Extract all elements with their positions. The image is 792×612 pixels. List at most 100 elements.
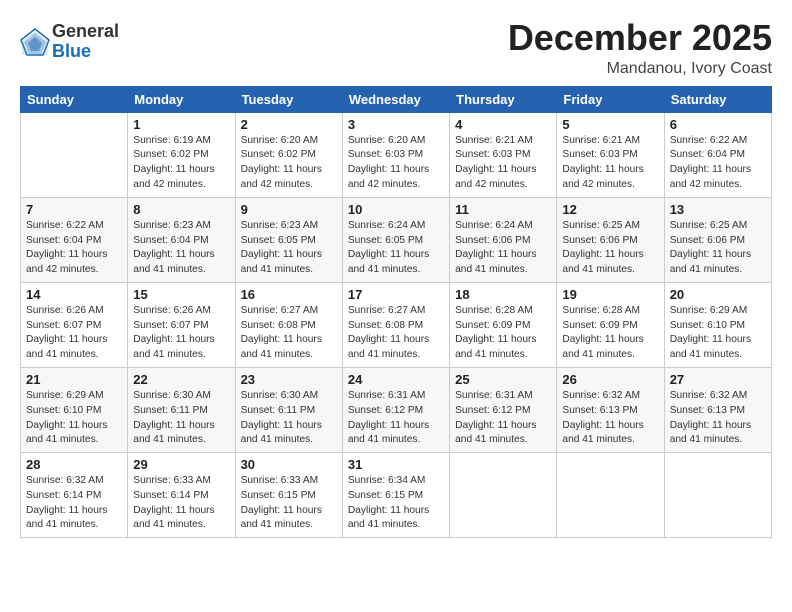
title-block: December 2025 Mandanou, Ivory Coast: [508, 18, 772, 78]
table-row: 3 Sunrise: 6:20 AMSunset: 6:03 PMDaylight…: [342, 112, 449, 197]
table-row: 17 Sunrise: 6:27 AMSunset: 6:08 PMDayligh…: [342, 282, 449, 367]
day-info: Sunrise: 6:21 AMSunset: 6:03 PMDaylight:…: [562, 134, 658, 193]
day-info: Sunrise: 6:33 AMSunset: 6:14 PMDaylight:…: [133, 474, 229, 533]
table-row: 1Sunrise: 6:19 AMSunset: 6:02 PMDaylight…: [128, 112, 235, 197]
col-saturday: Saturday: [664, 86, 771, 112]
day-info: Sunrise: 6:31 AMSunset: 6:12 PMDaylight:…: [348, 389, 444, 448]
col-friday: Friday: [557, 86, 664, 112]
day-number: 8: [133, 202, 229, 217]
calendar-header-row: Sunday Monday Tuesday Wednesday Thursday…: [21, 86, 772, 112]
day-number: 26: [562, 372, 658, 387]
table-row: 23Sunrise: 6:30 AMSunset: 6:11 PMDayligh…: [235, 367, 342, 452]
table-row: 7 Sunrise: 6:22 AMSunset: 6:04 PMDaylight…: [21, 197, 128, 282]
day-info: Sunrise: 6:32 AMSunset: 6:13 PMDaylight:…: [562, 389, 658, 448]
table-row: 25 Sunrise: 6:31 AMSunset: 6:12 PMDayligh…: [450, 367, 557, 452]
day-info: Sunrise: 6:22 AMSunset: 6:04 PMDaylight:…: [670, 134, 766, 193]
day-info: Sunrise: 6:23 AMSunset: 6:05 PMDaylight:…: [241, 219, 337, 278]
table-row: [450, 453, 557, 538]
day-info: Sunrise: 6:32 AMSunset: 6:13 PMDaylight:…: [670, 389, 766, 448]
table-row: 13Sunrise: 6:25 AMSunset: 6:06 PMDayligh…: [664, 197, 771, 282]
day-info: Sunrise: 6:20 AMSunset: 6:02 PMDaylight:…: [241, 134, 337, 193]
day-info: Sunrise: 6:26 AMSunset: 6:07 PMDaylight:…: [133, 304, 229, 363]
day-number: 17: [348, 287, 444, 302]
col-monday: Monday: [128, 86, 235, 112]
calendar-week-row: 14 Sunrise: 6:26 AMSunset: 6:07 PMDayligh…: [21, 282, 772, 367]
day-info: Sunrise: 6:29 AMSunset: 6:10 PMDaylight:…: [26, 389, 122, 448]
table-row: 19 Sunrise: 6:28 AMSunset: 6:09 PMDayligh…: [557, 282, 664, 367]
day-info: Sunrise: 6:27 AMSunset: 6:08 PMDaylight:…: [241, 304, 337, 363]
day-info: Sunrise: 6:30 AMSunset: 6:11 PMDaylight:…: [133, 389, 229, 448]
table-row: 24 Sunrise: 6:31 AMSunset: 6:12 PMDayligh…: [342, 367, 449, 452]
table-row: 4 Sunrise: 6:21 AMSunset: 6:03 PMDaylight…: [450, 112, 557, 197]
col-wednesday: Wednesday: [342, 86, 449, 112]
day-number: 9: [241, 202, 337, 217]
day-info: Sunrise: 6:25 AMSunset: 6:06 PMDaylight:…: [670, 219, 766, 278]
day-number: 19: [562, 287, 658, 302]
day-info: Sunrise: 6:22 AMSunset: 6:04 PMDaylight:…: [26, 219, 122, 278]
table-row: 28 Sunrise: 6:32 AMSunset: 6:14 PMDayligh…: [21, 453, 128, 538]
day-info: Sunrise: 6:28 AMSunset: 6:09 PMDaylight:…: [455, 304, 551, 363]
col-thursday: Thursday: [450, 86, 557, 112]
day-number: 6: [670, 117, 766, 132]
table-row: 8Sunrise: 6:23 AMSunset: 6:04 PMDaylight…: [128, 197, 235, 282]
day-number: 11: [455, 202, 551, 217]
day-number: 16: [241, 287, 337, 302]
day-number: 20: [670, 287, 766, 302]
day-number: 24: [348, 372, 444, 387]
table-row: 5 Sunrise: 6:21 AMSunset: 6:03 PMDaylight…: [557, 112, 664, 197]
day-number: 18: [455, 287, 551, 302]
table-row: [557, 453, 664, 538]
day-number: 3: [348, 117, 444, 132]
day-info: Sunrise: 6:32 AMSunset: 6:14 PMDaylight:…: [26, 474, 122, 533]
day-number: 7: [26, 202, 122, 217]
day-number: 15: [133, 287, 229, 302]
day-info: Sunrise: 6:21 AMSunset: 6:03 PMDaylight:…: [455, 134, 551, 193]
day-number: 29: [133, 457, 229, 472]
day-info: Sunrise: 6:24 AMSunset: 6:06 PMDaylight:…: [455, 219, 551, 278]
day-number: 14: [26, 287, 122, 302]
table-row: 31 Sunrise: 6:34 AMSunset: 6:15 PMDayligh…: [342, 453, 449, 538]
table-row: 15 Sunrise: 6:26 AMSunset: 6:07 PMDayligh…: [128, 282, 235, 367]
day-info: Sunrise: 6:28 AMSunset: 6:09 PMDaylight:…: [562, 304, 658, 363]
day-number: 22: [133, 372, 229, 387]
table-row: 22 Sunrise: 6:30 AMSunset: 6:11 PMDayligh…: [128, 367, 235, 452]
day-number: 5: [562, 117, 658, 132]
table-row: 30Sunrise: 6:33 AMSunset: 6:15 PMDayligh…: [235, 453, 342, 538]
day-number: 21: [26, 372, 122, 387]
table-row: 26 Sunrise: 6:32 AMSunset: 6:13 PMDayligh…: [557, 367, 664, 452]
logo-general-text: General: [52, 22, 119, 42]
day-number: 12: [562, 202, 658, 217]
logo-text: General Blue: [52, 22, 119, 62]
day-number: 23: [241, 372, 337, 387]
table-row: 14 Sunrise: 6:26 AMSunset: 6:07 PMDayligh…: [21, 282, 128, 367]
table-row: 6 Sunrise: 6:22 AMSunset: 6:04 PMDaylight…: [664, 112, 771, 197]
day-info: Sunrise: 6:25 AMSunset: 6:06 PMDaylight:…: [562, 219, 658, 278]
logo-blue-text: Blue: [52, 42, 119, 62]
day-number: 10: [348, 202, 444, 217]
calendar-week-row: 28 Sunrise: 6:32 AMSunset: 6:14 PMDayligh…: [21, 453, 772, 538]
day-info: Sunrise: 6:34 AMSunset: 6:15 PMDaylight:…: [348, 474, 444, 533]
day-number: 25: [455, 372, 551, 387]
day-number: 2: [241, 117, 337, 132]
calendar-week-row: 7 Sunrise: 6:22 AMSunset: 6:04 PMDaylight…: [21, 197, 772, 282]
header: General Blue December 2025 Mandanou, Ivo…: [20, 18, 772, 78]
day-number: 4: [455, 117, 551, 132]
day-info: Sunrise: 6:31 AMSunset: 6:12 PMDaylight:…: [455, 389, 551, 448]
day-info: Sunrise: 6:27 AMSunset: 6:08 PMDaylight:…: [348, 304, 444, 363]
col-sunday: Sunday: [21, 86, 128, 112]
day-info: Sunrise: 6:24 AMSunset: 6:05 PMDaylight:…: [348, 219, 444, 278]
day-info: Sunrise: 6:29 AMSunset: 6:10 PMDaylight:…: [670, 304, 766, 363]
day-number: 31: [348, 457, 444, 472]
day-info: Sunrise: 6:26 AMSunset: 6:07 PMDaylight:…: [26, 304, 122, 363]
day-info: Sunrise: 6:33 AMSunset: 6:15 PMDaylight:…: [241, 474, 337, 533]
day-number: 27: [670, 372, 766, 387]
day-info: Sunrise: 6:20 AMSunset: 6:03 PMDaylight:…: [348, 134, 444, 193]
day-number: 28: [26, 457, 122, 472]
calendar-week-row: 21 Sunrise: 6:29 AMSunset: 6:10 PMDayligh…: [21, 367, 772, 452]
month-title: December 2025: [508, 18, 772, 58]
table-row: 12 Sunrise: 6:25 AMSunset: 6:06 PMDayligh…: [557, 197, 664, 282]
table-row: 9 Sunrise: 6:23 AMSunset: 6:05 PMDaylight…: [235, 197, 342, 282]
table-row: 21 Sunrise: 6:29 AMSunset: 6:10 PMDayligh…: [21, 367, 128, 452]
logo: General Blue: [20, 22, 119, 62]
table-row: [21, 112, 128, 197]
